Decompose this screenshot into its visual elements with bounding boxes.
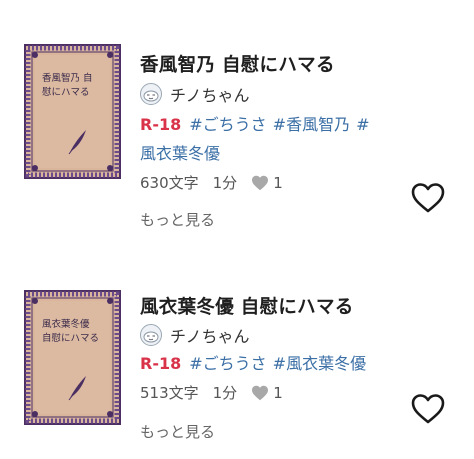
- char-count: 630文字: [140, 174, 199, 192]
- author-name[interactable]: チノちゃん: [170, 82, 250, 106]
- cover-title: 風衣葉冬優 自慰にハマる: [42, 319, 100, 344]
- show-more-link[interactable]: もっと見る: [140, 209, 215, 230]
- like-button[interactable]: [410, 182, 446, 214]
- heart-outline-icon: [411, 394, 445, 424]
- char-count: 513文字: [140, 384, 199, 402]
- cover-frame: [24, 290, 121, 425]
- heart-filled-icon: [251, 175, 269, 191]
- tag[interactable]: #風衣葉冬優: [273, 354, 366, 373]
- avatar-face-icon: [143, 331, 159, 343]
- like-count: 1: [273, 383, 283, 402]
- read-time: 1分: [212, 174, 238, 192]
- show-more-link[interactable]: もっと見る: [140, 421, 215, 442]
- tag[interactable]: #: [356, 115, 369, 134]
- author[interactable]: チノちゃん: [140, 81, 250, 107]
- tag[interactable]: #ごちうさ: [189, 115, 266, 134]
- novel-meta: 630文字 1分 1: [140, 172, 283, 193]
- author-name[interactable]: チノちゃん: [170, 323, 250, 347]
- like-button[interactable]: [410, 393, 446, 425]
- like-count: 1: [273, 173, 283, 192]
- novel-title[interactable]: 風衣葉冬優 自慰にハマる: [140, 293, 354, 319]
- avatar[interactable]: [140, 324, 162, 346]
- heart-outline-icon: [411, 183, 445, 213]
- tag[interactable]: #ごちうさ: [189, 354, 266, 373]
- rating-badge: R-18: [140, 354, 182, 373]
- tag[interactable]: #香風智乃: [273, 115, 350, 134]
- tag-list: R-18 #ごちうさ #風衣葉冬優: [140, 349, 400, 378]
- author[interactable]: チノちゃん: [140, 322, 250, 348]
- avatar[interactable]: [140, 83, 162, 105]
- novel-meta: 513文字 1分 1: [140, 382, 283, 403]
- novel-title[interactable]: 香風智乃 自慰にハマる: [140, 51, 335, 77]
- tag-list: R-18 #ごちうさ #香風智乃 # 風衣葉冬優: [140, 110, 400, 168]
- cover-title: 香風智乃 自慰にハマる: [42, 73, 93, 98]
- read-time: 1分: [212, 384, 238, 402]
- cover-frame: [24, 44, 121, 179]
- avatar-face-icon: [143, 90, 159, 102]
- rating-badge: R-18: [140, 115, 182, 134]
- tag[interactable]: 風衣葉冬優: [140, 144, 220, 163]
- book-cover[interactable]: 風衣葉冬優 自慰にハマる: [24, 290, 121, 425]
- book-cover[interactable]: 香風智乃 自慰にハマる: [24, 44, 121, 179]
- heart-filled-icon: [251, 385, 269, 401]
